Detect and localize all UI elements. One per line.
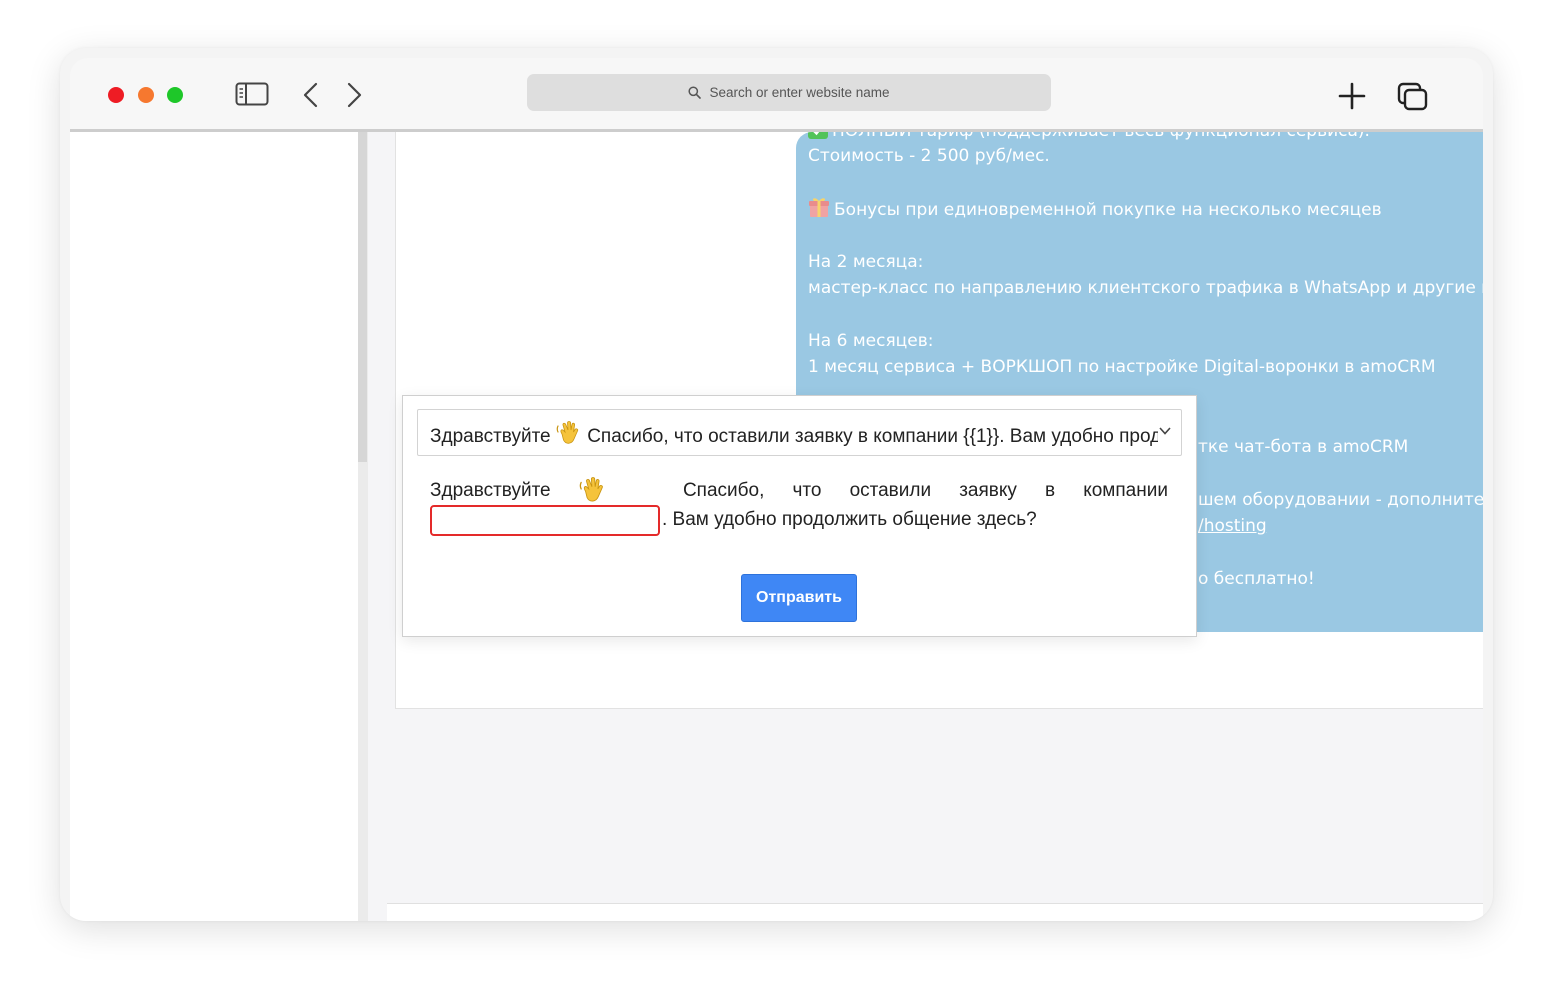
message-preview-line: . Вам удобно продолжить общение здесь? — [430, 503, 1037, 537]
preview-word: в — [1045, 480, 1056, 501]
browser-window: Search or enter website name ПОЛНЫЙ тари… — [60, 48, 1493, 921]
minimize-window-button[interactable] — [138, 87, 154, 103]
check-mark-icon — [808, 132, 828, 139]
template-modal: Здравствуйте Спасибо, что оставили заявк… — [402, 395, 1197, 637]
bubble-line: мастер-класс по направлению клиентского … — [808, 278, 1483, 298]
bubble-line: 1 месяц сервиса + ВОРКШОП по настройке D… — [808, 357, 1436, 377]
new-tab-icon[interactable] — [1338, 82, 1366, 110]
bubble-line: Бонусы при единовременной покупке на нес… — [808, 196, 1382, 224]
send-button[interactable]: Отправить — [741, 574, 857, 622]
bubble-line: На 6 месяцев: — [808, 331, 934, 351]
preview-word: заявку — [959, 480, 1017, 501]
preview-word: Здравствуйте — [430, 480, 551, 501]
bubble-line: Стоимость - 2 500 руб/мес. — [808, 146, 1050, 166]
message-preview: Здравствуйте Спасибо, что оставили заявк… — [430, 476, 1168, 504]
bubble-line: тке чат-бота в amoCRM — [1198, 437, 1409, 457]
address-placeholder: Search or enter website name — [709, 85, 890, 100]
preview-word: что — [792, 480, 822, 501]
preview-word: оставили — [849, 480, 932, 501]
chevron-down-icon — [1159, 427, 1171, 435]
waving-hand-icon — [579, 477, 603, 502]
address-bar[interactable]: Search or enter website name — [527, 74, 1051, 111]
bubble-link[interactable]: /hosting — [1198, 513, 1267, 540]
scrollbar-thumb[interactable] — [358, 132, 367, 462]
search-icon — [688, 86, 702, 99]
forward-icon[interactable] — [346, 82, 364, 108]
close-window-button[interactable] — [108, 87, 124, 103]
back-icon[interactable] — [301, 82, 319, 108]
template-variable-input[interactable] — [430, 504, 660, 536]
gift-icon — [809, 198, 829, 217]
bubble-line: о бесплатно! — [1198, 569, 1315, 589]
message-input-strip[interactable] — [387, 903, 1483, 921]
bubble-line: шем оборудовании - дополнитель — [1198, 490, 1483, 510]
preview-word: Спасибо, — [682, 480, 765, 501]
sidebar-icon[interactable] — [235, 82, 269, 106]
template-select[interactable]: Здравствуйте Спасибо, что оставили заявк… — [417, 409, 1182, 456]
template-select-value: Здравствуйте Спасибо, что оставили заявк… — [430, 420, 1158, 450]
page-content: ПОЛНЫЙ тариф (поддерживает весь функцион… — [70, 132, 1483, 921]
browser-toolbar: Search or enter website name — [70, 58, 1483, 132]
bubble-line: На 2 месяца: — [808, 252, 924, 272]
tabs-overview-icon[interactable] — [1397, 82, 1428, 111]
zoom-window-button[interactable] — [167, 87, 183, 103]
preview-word: компании — [1083, 480, 1168, 501]
preview-suffix: . Вам удобно продолжить общение здесь? — [662, 509, 1037, 530]
waving-hand-icon — [556, 421, 579, 444]
left-panel — [70, 132, 358, 921]
